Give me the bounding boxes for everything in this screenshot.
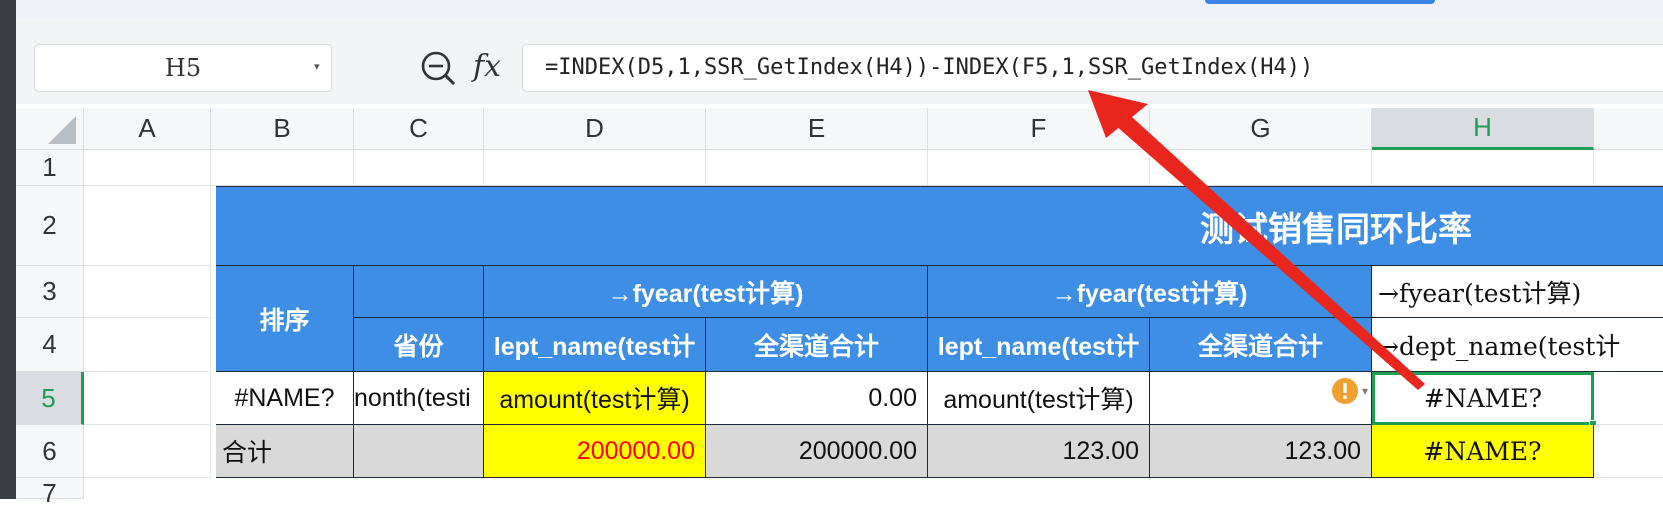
annotation-arrow-icon xyxy=(1088,90,1425,390)
